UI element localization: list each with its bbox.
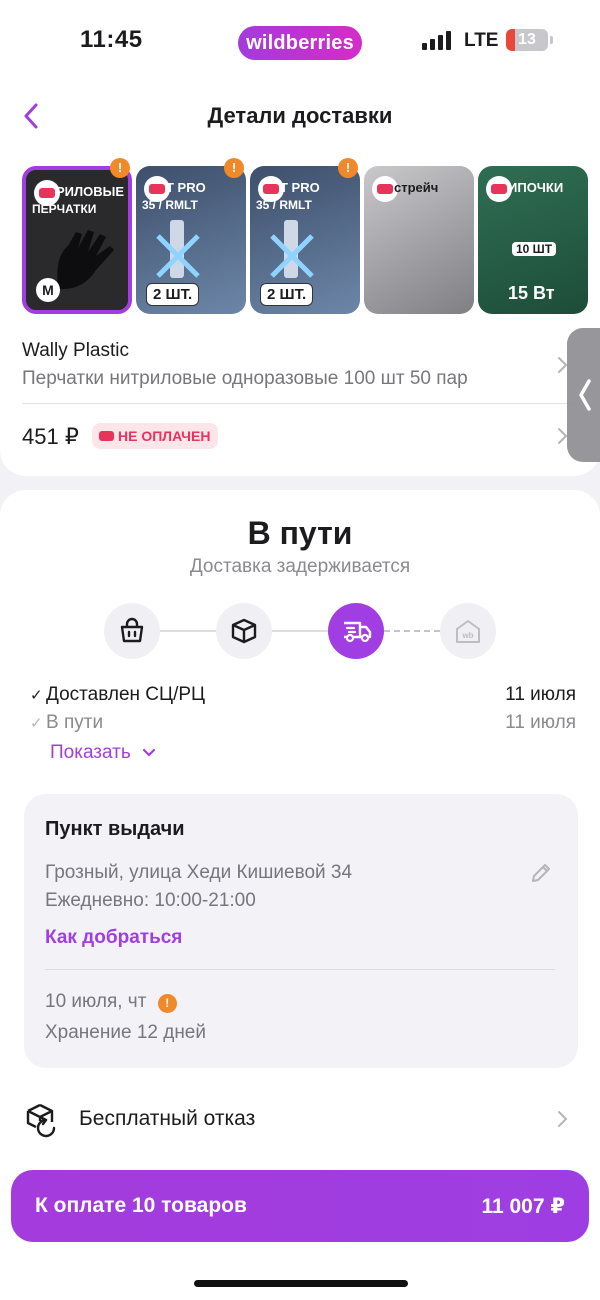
warning-icon[interactable]: ! <box>157 994 177 1013</box>
pickup-title: Пункт выдачи <box>45 818 185 840</box>
box-return-icon <box>26 1103 56 1138</box>
card-icon <box>99 431 114 441</box>
step-in-transit <box>328 603 384 659</box>
product-thumbnail[interactable]: РИЛОВЫЕ ПЕРЧАТКИ M <box>22 166 132 314</box>
seller-name[interactable]: Wally Plastic <box>22 340 129 362</box>
warning-icon: ! <box>338 158 358 178</box>
event-label: В пути <box>46 712 104 733</box>
thumbnail-title: ИПОЧКИ <box>508 180 564 195</box>
progress-line-pending <box>384 630 440 632</box>
checkout-total: 11 007 ₽ <box>481 1195 565 1218</box>
product-thumbnail[interactable]: T PRO 35 / RMLT 2 ШТ. <box>136 166 246 314</box>
event-label: Доставлен СЦ/РЦ <box>46 684 206 705</box>
delivery-truck-icon <box>344 621 372 643</box>
box-icon <box>231 618 257 644</box>
quantity-badge: 2 ШТ. <box>146 283 200 306</box>
divider <box>22 403 578 404</box>
product-name[interactable]: Перчатки нитриловые одноразовые 100 шт 5… <box>22 368 468 390</box>
pickup-date: 10 июля, чт ! <box>45 991 177 1013</box>
step-delivered: wb <box>440 603 496 659</box>
product-thumbnail[interactable]: T PRO 35 / RMLT 2 ШТ. <box>250 166 360 314</box>
warning-icon: ! <box>224 158 244 178</box>
signal-icon <box>422 30 454 50</box>
size-badge: M <box>36 278 60 302</box>
tracking-event: ✓ Доставлен СЦ/РЦ <box>30 684 205 706</box>
battery-level: 13 <box>518 31 536 48</box>
side-panel-handle[interactable] <box>567 328 600 462</box>
status-subtitle: Доставка задерживается <box>189 556 411 577</box>
thumbnail-subtitle: 35 / RMLT <box>256 198 312 212</box>
show-more-label: Показать <box>50 742 131 763</box>
free-refusal-link[interactable]: Бесплатный отказ <box>79 1107 255 1131</box>
tracking-event: ✓ В пути <box>30 712 103 734</box>
storage-period: Хранение 12 дней <box>45 1022 206 1043</box>
shopping-bag-icon <box>120 617 144 643</box>
status-bar: 11:45 wildberries LTE 13 <box>0 0 600 84</box>
tattoo-needle-image <box>270 220 314 278</box>
brand-logo: wildberries <box>238 26 362 60</box>
chevron-down-icon <box>142 748 156 757</box>
tattoo-needle-image <box>156 220 200 278</box>
directions-link[interactable]: Как добраться <box>45 927 182 949</box>
event-date: 11 июля <box>505 684 576 705</box>
item-price: 451 ₽ <box>22 424 79 449</box>
checkout-button[interactable]: К оплате 10 товаров 11 007 ₽ <box>11 1170 589 1242</box>
home-indicator[interactable] <box>194 1280 408 1287</box>
pickup-date-label: 10 июля, чт <box>45 991 147 1012</box>
thumbnail-subtitle: ПЕРЧАТКИ <box>32 202 97 216</box>
thumbnail-title: стрейч <box>394 180 439 195</box>
thumbnail-title: T PRO <box>166 180 206 195</box>
status-title: В пути <box>247 515 353 551</box>
event-date: 11 июля <box>505 712 576 733</box>
chevron-left-icon <box>579 379 591 411</box>
step-packed <box>216 603 272 659</box>
quantity-badge: 2 ШТ. <box>260 283 314 306</box>
pickup-address: Грозный, улица Хеди Кишиевой 34 <box>45 862 353 883</box>
divider <box>45 969 555 970</box>
product-thumbnail[interactable]: ИПОЧКИ 10 ШТ 15 Вт <box>478 166 588 314</box>
network-type: LTE <box>464 30 499 51</box>
product-thumbnail[interactable]: стрейч <box>364 166 474 314</box>
thumbnail-title: T PRO <box>280 180 320 195</box>
wb-house-icon: wb <box>456 620 480 643</box>
step-ordered <box>104 603 160 659</box>
page-title: Детали доставки <box>207 103 393 128</box>
clock: 11:45 <box>80 26 143 53</box>
check-icon: ✓ <box>30 687 43 704</box>
svg-text:wb: wb <box>461 631 473 640</box>
chevron-right-icon[interactable] <box>556 1110 568 1128</box>
thumbnail-subtitle: 35 / RMLT <box>142 198 198 212</box>
progress-line <box>272 630 328 632</box>
show-more-button[interactable]: Показать <box>50 742 156 764</box>
power-badge: 15 Вт <box>508 283 555 303</box>
pickup-hours: Ежедневно: 10:00-21:00 <box>45 890 256 911</box>
product-thumbnails: РИЛОВЫЕ ПЕРЧАТКИ M T PRO 35 / RMLT 2 ШТ.… <box>22 166 600 316</box>
thumbnail-subtitle: 10 ШТ <box>512 242 557 256</box>
warning-icon: ! <box>110 158 130 178</box>
payment-status-badge: НЕ ОПЛАЧЕН <box>92 423 219 449</box>
pencil-icon[interactable] <box>528 860 554 886</box>
check-icon: ✓ <box>30 715 43 732</box>
thumbnail-title: РИЛОВЫЕ <box>56 184 125 199</box>
progress-line <box>160 630 216 632</box>
battery-icon: 13 <box>506 29 553 51</box>
payment-status-label: НЕ ОПЛАЧЕН <box>118 428 211 444</box>
checkout-label: К оплате 10 товаров <box>35 1194 247 1217</box>
